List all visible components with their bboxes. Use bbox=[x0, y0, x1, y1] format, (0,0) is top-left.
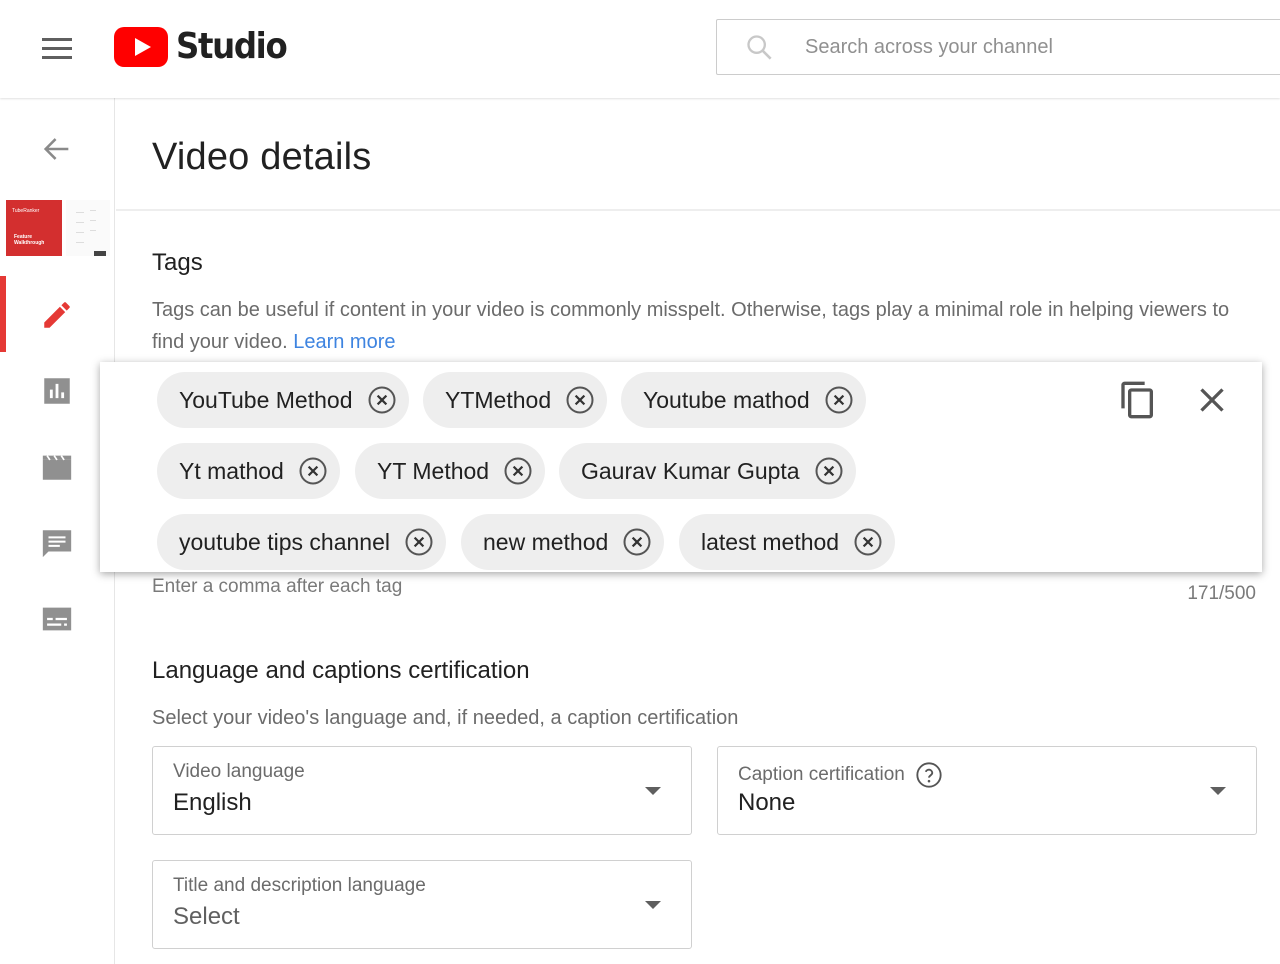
thumbnail-image: TubeRanker Feature Walkthrough bbox=[6, 200, 62, 256]
thumbnail-duration-badge bbox=[94, 251, 106, 256]
remove-tag-icon[interactable] bbox=[622, 527, 652, 557]
chevron-down-icon bbox=[645, 787, 661, 795]
comment-icon bbox=[42, 530, 72, 558]
tag-chip-label: Youtube mathod bbox=[643, 386, 810, 413]
language-description: Select your video's language and, if nee… bbox=[152, 707, 739, 729]
caption-certification-select[interactable]: Caption certification None bbox=[717, 746, 1257, 835]
title-description-language-select[interactable]: Title and description language Select bbox=[152, 860, 692, 949]
tag-chip-label: YT Method bbox=[377, 457, 490, 484]
tag-chip: Youtube mathod bbox=[621, 372, 866, 428]
search-input[interactable] bbox=[805, 20, 1280, 74]
search-box[interactable] bbox=[716, 19, 1280, 75]
hamburger-menu-icon[interactable] bbox=[40, 36, 74, 62]
pencil-icon bbox=[44, 302, 70, 328]
sidebar-item-subtitles[interactable] bbox=[0, 580, 114, 656]
remove-tag-icon[interactable] bbox=[565, 385, 595, 415]
search-icon bbox=[747, 35, 772, 60]
tag-chip: Gaurav Kumar Gupta bbox=[559, 443, 856, 499]
tag-chip-label: YTMethod bbox=[445, 386, 552, 413]
video-language-select[interactable]: Video language English bbox=[152, 746, 692, 835]
tag-chip: YouTube Method bbox=[157, 372, 409, 428]
title-description-language-value: Select bbox=[173, 903, 240, 930]
chevron-down-icon bbox=[1210, 787, 1226, 795]
thumbnail-brand-text: TubeRanker bbox=[12, 208, 40, 214]
remove-tag-icon[interactable] bbox=[824, 385, 854, 415]
logo-text: Studio bbox=[176, 26, 288, 67]
tag-chip: youtube tips channel bbox=[157, 514, 446, 570]
sidebar-item-details[interactable] bbox=[0, 276, 114, 352]
tags-input-box[interactable]: YouTube Method YTMethod Youtube mathod Y… bbox=[100, 362, 1262, 572]
remove-tag-icon[interactable] bbox=[853, 527, 883, 557]
header-divider bbox=[116, 209, 1280, 211]
sidebar-item-editor[interactable] bbox=[0, 428, 114, 504]
analytics-icon bbox=[44, 378, 70, 404]
tag-chip: Yt mathod bbox=[157, 443, 340, 499]
video-language-value: English bbox=[173, 789, 252, 816]
back-arrow-icon[interactable] bbox=[40, 132, 74, 166]
tag-chip-label: new method bbox=[483, 528, 609, 555]
caption-certification-label: Caption certification bbox=[738, 764, 905, 785]
clear-all-close-icon[interactable] bbox=[1194, 382, 1230, 418]
caption-certification-value: None bbox=[738, 789, 796, 816]
tag-chip-label: Gaurav Kumar Gupta bbox=[581, 457, 800, 484]
tag-chip: YT Method bbox=[355, 443, 546, 499]
left-sidebar: TubeRanker Feature Walkthrough bbox=[0, 98, 115, 964]
clapperboard-icon bbox=[42, 455, 72, 480]
remove-tag-icon[interactable] bbox=[814, 456, 844, 486]
sidebar-item-comments[interactable] bbox=[0, 504, 114, 580]
studio-logo[interactable]: Studio bbox=[114, 26, 299, 67]
tag-chip-label: Yt mathod bbox=[179, 457, 284, 484]
thumbnail-title-text: Feature Walkthrough bbox=[14, 234, 45, 246]
tags-section-title: Tags bbox=[152, 249, 203, 276]
tags-char-counter: 171/500 bbox=[1187, 583, 1256, 604]
sidebar-item-analytics[interactable] bbox=[0, 352, 114, 428]
youtube-play-logo-icon bbox=[114, 26, 168, 67]
tags-description: Tags can be useful if content in your vi… bbox=[152, 294, 1252, 358]
video-language-label: Video language bbox=[173, 761, 305, 782]
remove-tag-icon[interactable] bbox=[503, 456, 533, 486]
thumbnail-preview-strip bbox=[66, 200, 110, 256]
subtitles-icon bbox=[42, 607, 72, 631]
help-question-icon[interactable] bbox=[915, 761, 943, 789]
top-bar: Studio bbox=[0, 0, 1280, 98]
tags-helper-text: Enter a comma after each tag bbox=[152, 576, 403, 597]
tag-chip: latest method bbox=[679, 514, 896, 570]
tag-chip-label: latest method bbox=[701, 528, 840, 555]
page-title: Video details bbox=[152, 136, 372, 178]
tag-chip: new method bbox=[461, 514, 665, 570]
tag-chip: YTMethod bbox=[423, 372, 608, 428]
learn-more-link[interactable]: Learn more bbox=[293, 331, 395, 353]
tag-chip-label: youtube tips channel bbox=[179, 528, 390, 555]
chevron-down-icon bbox=[645, 901, 661, 909]
remove-tag-icon[interactable] bbox=[404, 527, 434, 557]
remove-tag-icon[interactable] bbox=[367, 385, 397, 415]
title-description-language-label: Title and description language bbox=[173, 875, 426, 896]
caption-certification-label-row: Caption certification bbox=[738, 761, 943, 789]
copy-icon[interactable] bbox=[1118, 380, 1158, 420]
tag-chip-label: YouTube Method bbox=[179, 386, 353, 413]
remove-tag-icon[interactable] bbox=[298, 456, 328, 486]
language-section-title: Language and captions certification bbox=[152, 657, 530, 684]
video-thumbnail[interactable]: TubeRanker Feature Walkthrough bbox=[6, 200, 110, 256]
